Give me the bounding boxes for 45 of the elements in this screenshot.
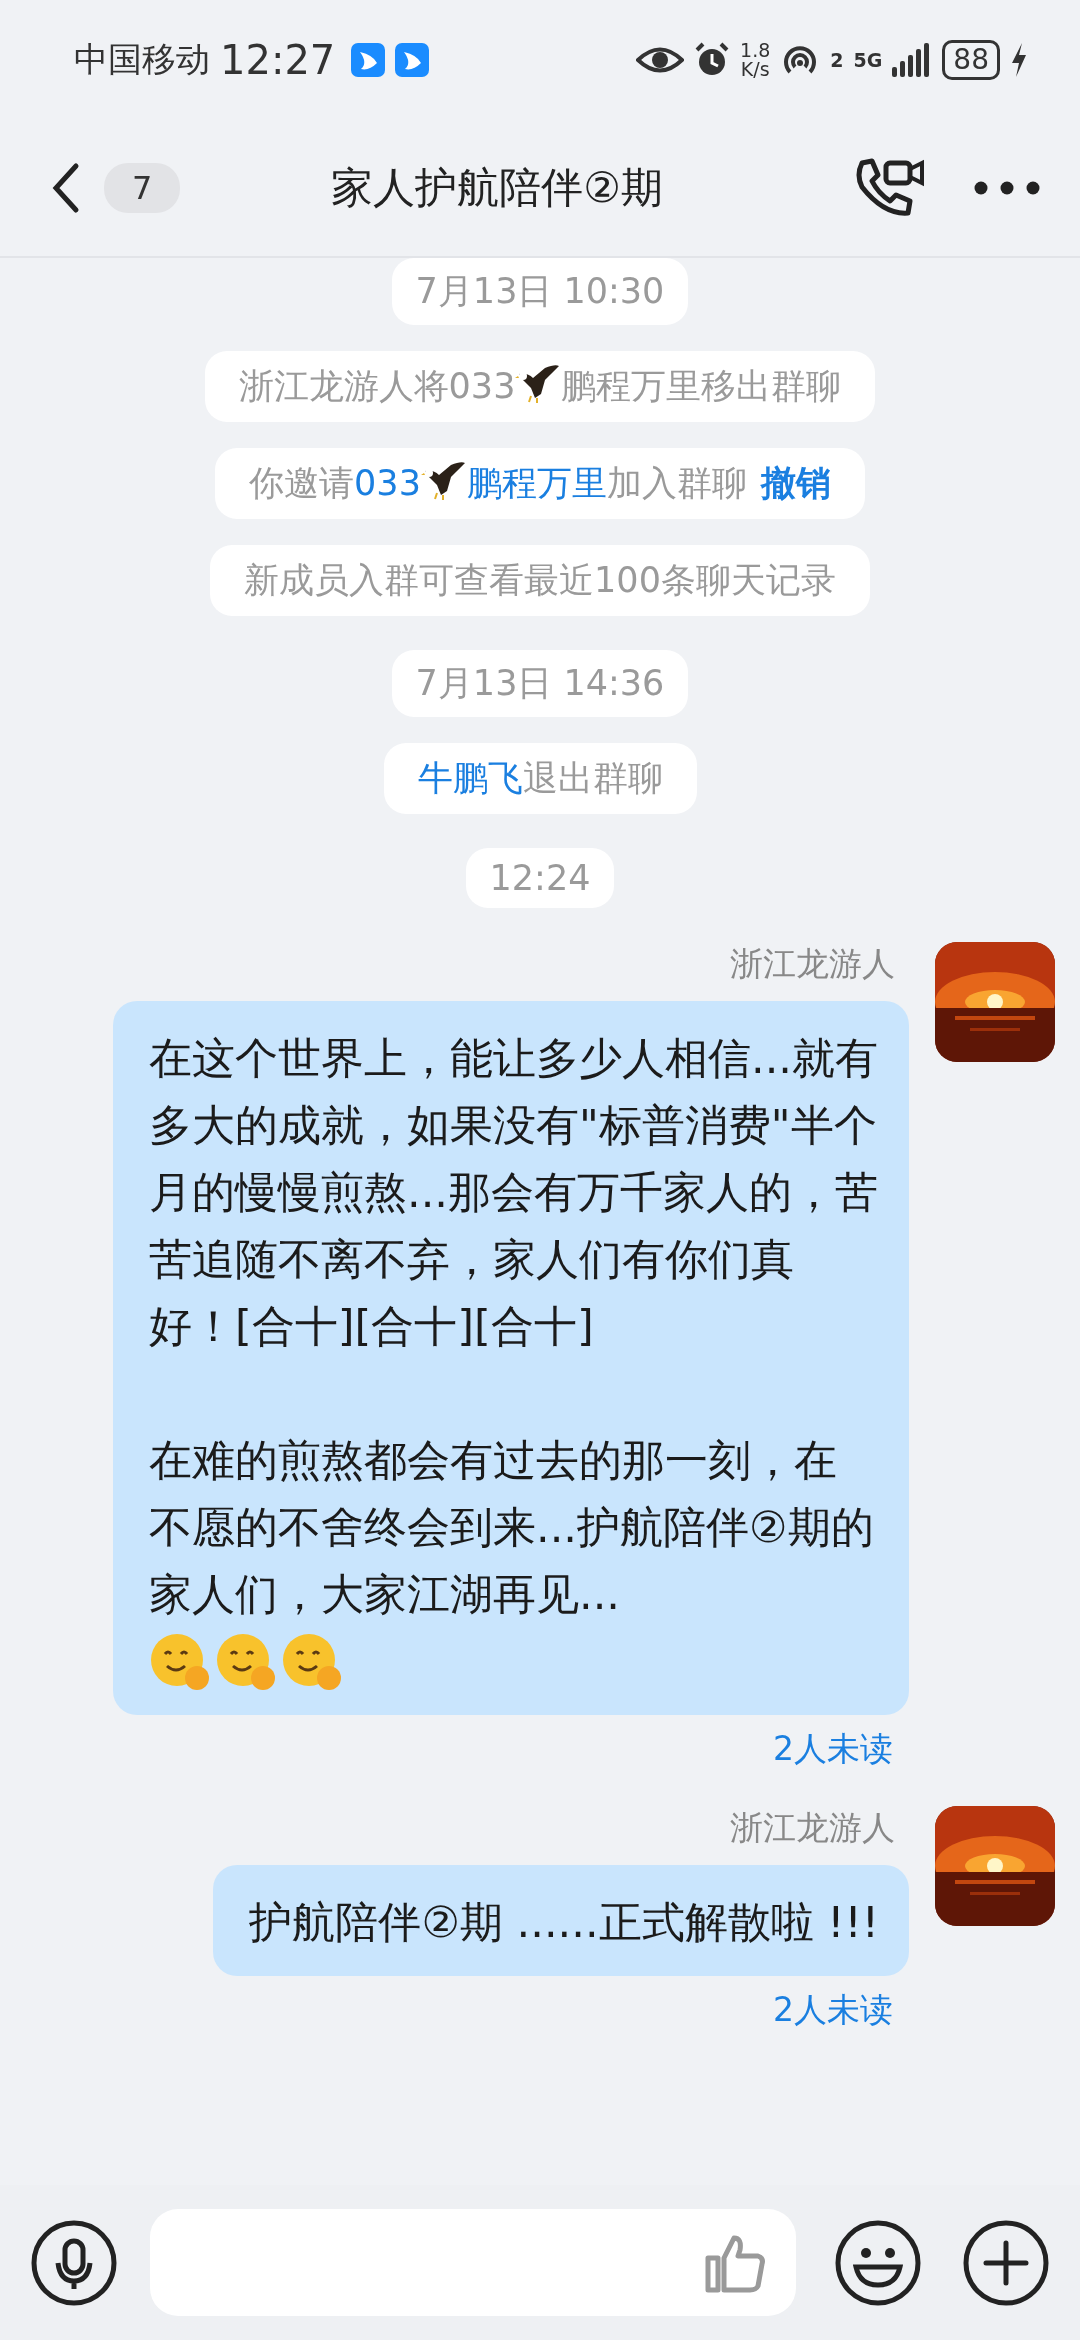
- video-call-icon[interactable]: [854, 157, 926, 219]
- system-notice: 新成员入群可查看最近100条聊天记录: [210, 545, 870, 616]
- smiling-face-icon: [149, 1631, 211, 1692]
- unread-badge: 7: [104, 163, 181, 213]
- status-time: 12:27: [220, 37, 336, 83]
- timestamp: 12:24: [465, 848, 615, 908]
- network-type: 5G: [853, 49, 883, 71]
- system-notice: 浙江龙游人将033 鹏程万里移出群聊: [204, 351, 876, 422]
- back-icon[interactable]: [52, 162, 80, 214]
- app-icon: [395, 43, 430, 77]
- message-bubble[interactable]: 护航陪伴②期 ......正式解散啦 !!!: [213, 1865, 909, 1976]
- eagle-icon: [515, 364, 562, 404]
- member-name-link[interactable]: 牛鹏飞: [417, 758, 523, 798]
- eye-icon: [636, 45, 685, 75]
- member-name-link[interactable]: 鹏程万里: [466, 463, 607, 503]
- timestamp: 7月13日 14:36: [391, 650, 689, 717]
- message-bubble[interactable]: 在这个世界上，能让多少人相信...就有多大的成就，如果没有"标普消费"半个月的慢慢煎熬...那会有万千家人的，苦苦追随不离不弃，家人们有你们真好！[合十][合十][合十] 在难的煎熬都会有过去的那一刻，在不愿的不舍终会到来...护航陪伴②期的家人们，大家江湖再见...: [113, 1001, 909, 1715]
- timestamp: 7月13日 10:30: [391, 258, 689, 325]
- voice-icon[interactable]: [30, 2218, 118, 2307]
- hotspot-count: 2: [830, 49, 844, 71]
- emoji-icon[interactable]: [834, 2218, 922, 2307]
- system-notice: 牛鹏飞退出群聊: [383, 743, 697, 814]
- carrier-name: 中国移动: [74, 38, 210, 81]
- add-icon[interactable]: [962, 2218, 1050, 2307]
- more-icon[interactable]: [974, 181, 1040, 195]
- smiling-face-icon: [215, 1631, 277, 1692]
- alarm-icon: [694, 42, 731, 78]
- chat-title: 家人护航陪伴②期: [330, 162, 664, 214]
- network-speed: 1.8 K/s: [740, 41, 771, 79]
- eagle-icon: [420, 461, 467, 501]
- app-icon: [351, 43, 386, 77]
- system-notice: 你邀请033 鹏程万里加入群聊 撤销: [215, 448, 865, 519]
- battery-level: 88: [942, 40, 1000, 80]
- sender-name: 浙江龙游人: [730, 1807, 895, 1849]
- member-name-link[interactable]: 033: [354, 463, 421, 503]
- smiling-face-icon: [281, 1631, 343, 1692]
- unread-count[interactable]: 2人未读: [773, 1988, 893, 2033]
- undo-link[interactable]: 撤销: [760, 463, 831, 503]
- charging-icon: [1010, 43, 1028, 77]
- sender-name: 浙江龙游人: [730, 943, 895, 985]
- message-text: 护航陪伴②期 ......正式解散啦 !!!: [249, 1896, 879, 1949]
- unread-count[interactable]: 2人未读: [773, 1727, 893, 1772]
- message-text: 在这个世界上，能让多少人相信...就有多大的成就，如果没有"标普消费"半个月的慢慢煎熬...那会有万千家人的，苦苦追随不离不弃，家人们有你们真好！[合十][合十][合十]: [149, 1032, 879, 1353]
- message-input[interactable]: [150, 2209, 796, 2316]
- message-text: 在难的煎熬都会有过去的那一刻，在不愿的不舍终会到来...护航陪伴②期的家人们，大家江湖再见...: [149, 1434, 875, 1621]
